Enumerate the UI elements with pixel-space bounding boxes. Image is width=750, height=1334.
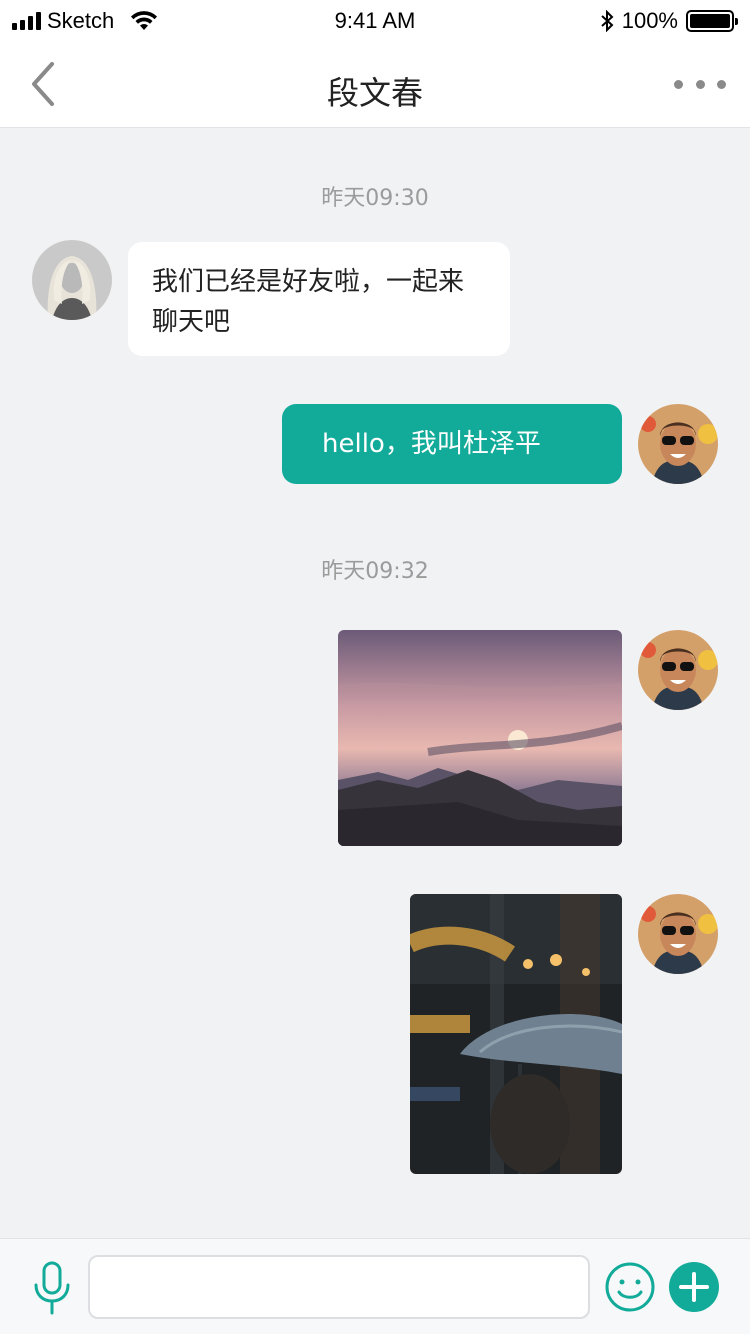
- bluetooth-icon: [601, 10, 614, 32]
- input-bar: [0, 1238, 750, 1334]
- my-avatar[interactable]: [638, 630, 718, 710]
- microphone-icon: [34, 1261, 70, 1315]
- image-message[interactable]: [410, 894, 622, 1174]
- message-timestamp: 昨天09:30: [321, 186, 429, 211]
- sunset-mountains-photo-icon: [338, 630, 622, 846]
- message-bubble-received[interactable]: 我们已经是好友啦，一起来 聊天吧: [128, 242, 510, 356]
- more-dots-icon: [674, 79, 683, 89]
- message-text-line: 我们已经是好友啦，一起来: [152, 267, 465, 297]
- page-title: 段文春: [326, 74, 423, 112]
- more-actions-button[interactable]: [668, 1261, 720, 1313]
- contact-avatar[interactable]: [32, 240, 112, 320]
- message-input[interactable]: [88, 1255, 590, 1319]
- emoji-button[interactable]: [604, 1261, 656, 1313]
- avatar-man-sunglasses-icon: [638, 630, 718, 710]
- avatar-blonde-woman-icon: [32, 240, 112, 320]
- avatar-man-sunglasses-icon: [638, 404, 718, 484]
- more-options-button[interactable]: [674, 70, 726, 98]
- umbrella-street-photo-icon: [410, 894, 622, 1174]
- message-bubble-sent[interactable]: hello，我叫杜泽平: [282, 404, 622, 484]
- battery-percent: 100%: [621, 8, 678, 33]
- message-timestamp: 昨天09:32: [321, 559, 429, 584]
- message-text: hello，我叫杜泽平: [322, 429, 541, 459]
- voice-input-button[interactable]: [30, 1261, 74, 1317]
- message-text-line: 聊天吧: [152, 307, 231, 337]
- battery-icon: [686, 10, 738, 32]
- my-avatar[interactable]: [638, 894, 718, 974]
- emoji-smile-icon: [605, 1262, 655, 1312]
- avatar-man-sunglasses-icon: [638, 894, 718, 974]
- plus-circle-icon: [669, 1262, 719, 1312]
- status-bar: Sketch 9:41 AM 100%: [0, 0, 750, 40]
- my-avatar[interactable]: [638, 404, 718, 484]
- nav-bar: 段文春: [0, 40, 750, 128]
- image-message[interactable]: [338, 630, 622, 846]
- status-right: 100%: [600, 8, 738, 34]
